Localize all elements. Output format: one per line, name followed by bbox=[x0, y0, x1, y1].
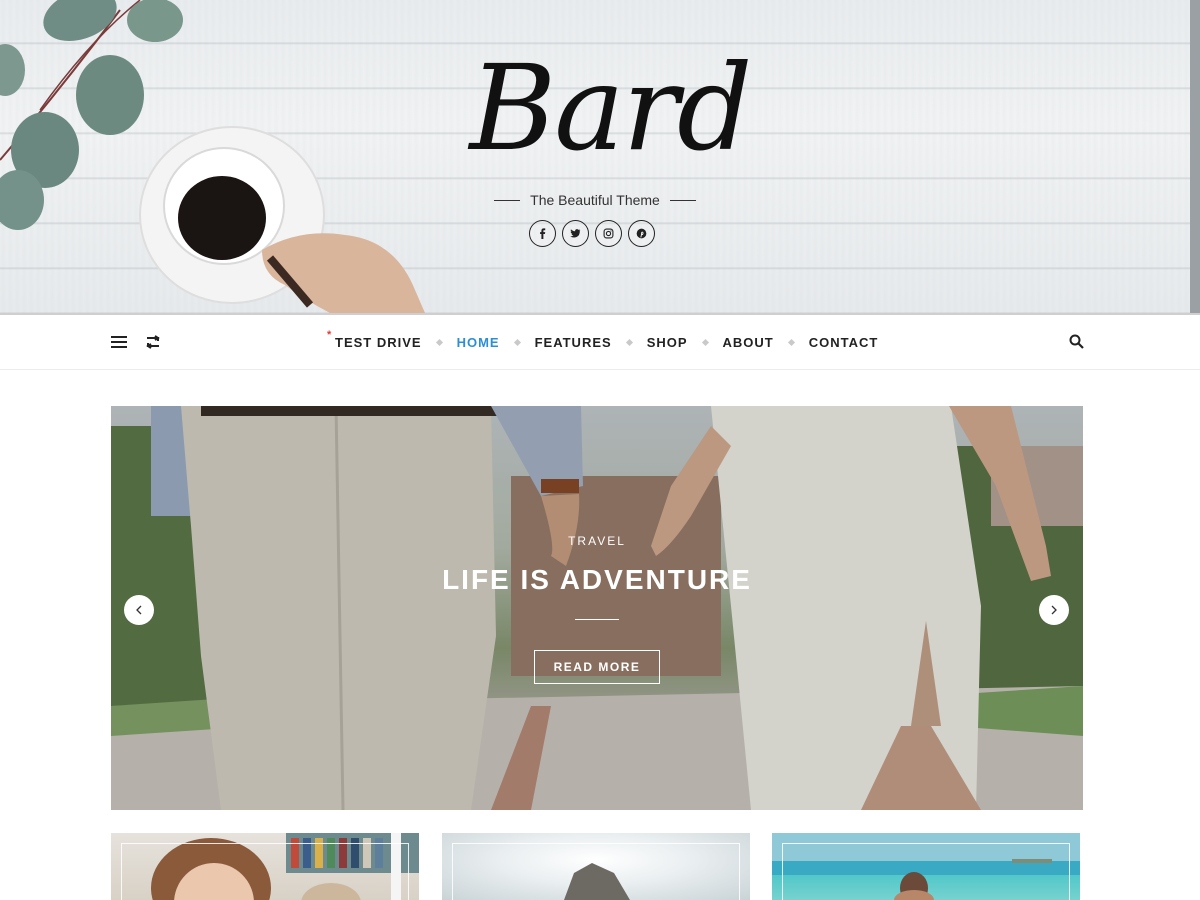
nav-item-label: TEST DRIVE bbox=[335, 335, 422, 350]
nav-item-home[interactable]: HOME bbox=[457, 335, 500, 350]
social-links bbox=[529, 220, 659, 247]
featured-slider: TRAVEL LIFE IS ADVENTURE READ MORE bbox=[111, 406, 1083, 810]
pinterest-icon[interactable] bbox=[628, 220, 655, 247]
promo-box[interactable] bbox=[772, 833, 1080, 900]
nav-separator bbox=[513, 338, 521, 347]
read-more-button[interactable]: READ MORE bbox=[534, 650, 660, 684]
site-logo[interactable]: Bard bbox=[440, 38, 780, 178]
twitter-icon[interactable] bbox=[562, 220, 589, 247]
promo-box[interactable] bbox=[111, 833, 419, 900]
site-header: Bard The Beautiful Theme bbox=[0, 0, 1200, 313]
navbar-left-icons bbox=[110, 333, 162, 351]
slide-category[interactable]: TRAVEL bbox=[111, 534, 1083, 548]
promo-frame bbox=[782, 843, 1070, 900]
slide-divider bbox=[575, 619, 619, 620]
facebook-icon[interactable] bbox=[529, 220, 556, 247]
nav-separator bbox=[787, 338, 795, 347]
chevron-right-icon bbox=[1051, 605, 1057, 615]
primary-menu: * TEST DRIVE HOME FEATURES SHOP ABOUT CO… bbox=[327, 315, 879, 370]
slide-title[interactable]: LIFE IS ADVENTURE bbox=[111, 564, 1083, 596]
nav-separator bbox=[625, 338, 633, 347]
promo-box[interactable] bbox=[442, 833, 750, 900]
menu-icon[interactable] bbox=[110, 333, 128, 351]
random-icon[interactable] bbox=[144, 333, 162, 351]
instagram-icon[interactable] bbox=[595, 220, 622, 247]
nav-separator bbox=[435, 338, 443, 347]
chevron-left-icon bbox=[136, 605, 142, 615]
slider-prev-button[interactable] bbox=[124, 595, 154, 625]
nav-separator bbox=[701, 338, 709, 347]
main-navbar: * TEST DRIVE HOME FEATURES SHOP ABOUT CO… bbox=[0, 315, 1200, 370]
slider-next-button[interactable] bbox=[1039, 595, 1069, 625]
promo-frame bbox=[452, 843, 740, 900]
tagline-divider-right bbox=[669, 199, 696, 201]
site-tagline: The Beautiful Theme bbox=[530, 192, 660, 208]
promo-frame bbox=[121, 843, 409, 900]
nav-item-contact[interactable]: CONTACT bbox=[809, 335, 879, 350]
nav-item-shop[interactable]: SHOP bbox=[647, 335, 688, 350]
slide-overlay bbox=[111, 406, 1083, 810]
nav-item-about[interactable]: ABOUT bbox=[723, 335, 774, 350]
tagline-divider-left bbox=[494, 199, 521, 201]
search-icon[interactable] bbox=[1069, 334, 1085, 350]
tagline-row: The Beautiful Theme bbox=[490, 190, 700, 210]
nav-item-test-drive[interactable]: * TEST DRIVE bbox=[327, 329, 422, 350]
nav-item-features[interactable]: FEATURES bbox=[535, 335, 612, 350]
new-marker: * bbox=[327, 329, 333, 341]
